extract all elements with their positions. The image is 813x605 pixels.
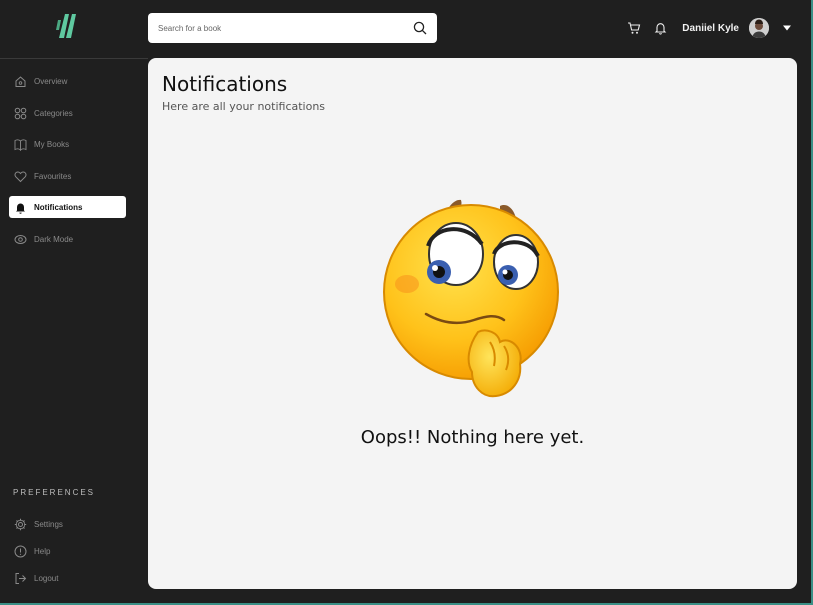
sidebar-item-settings[interactable]: Settings	[9, 513, 126, 535]
sidebar-item-label: Notifications	[34, 202, 83, 212]
grid-icon	[14, 107, 27, 119]
avatar[interactable]	[749, 18, 769, 38]
sidebar-item-categories[interactable]: Categories	[9, 102, 126, 124]
sidebar-item-logout[interactable]: Logout	[9, 567, 126, 589]
gear-icon	[14, 518, 27, 530]
logout-icon	[15, 572, 27, 584]
sidebar-item-label: Overview	[34, 76, 68, 86]
sidebar-item-overview[interactable]: Overview	[9, 70, 126, 92]
search-icon[interactable]	[413, 21, 427, 35]
bell-icon	[16, 203, 25, 214]
book-icon	[14, 138, 27, 151]
sidebar-item-label: Settings	[34, 519, 63, 529]
home-icon	[15, 75, 26, 87]
sidebar-item-dark-mode[interactable]: Dark Mode	[9, 228, 126, 250]
user-name[interactable]: Daniiel Kyle	[682, 23, 739, 34]
sidebar-item-label: Favourites	[34, 171, 72, 181]
sidebar-item-label: Categories	[34, 108, 73, 118]
sidebar-item-help[interactable]: Help	[9, 540, 126, 562]
sidebar-item-label: My Books	[34, 139, 70, 149]
sidebar-item-label: Dark Mode	[34, 234, 74, 244]
sidebar-item-label: Logout	[34, 573, 59, 583]
preferences-heading: PREFERENCES	[13, 488, 96, 497]
search-bar[interactable]	[148, 13, 437, 43]
page-subtitle: Here are all your notifications	[162, 100, 326, 113]
sidebar-item-notifications[interactable]: Notifications	[9, 196, 126, 218]
app-logo[interactable]	[54, 12, 82, 38]
bell-icon[interactable]	[652, 20, 668, 36]
heart-icon	[14, 170, 27, 182]
thinking-emoji-illustration	[383, 199, 559, 398]
user-area: Daniiel Kyle	[626, 16, 795, 40]
chevron-down-icon[interactable]	[779, 20, 795, 36]
cart-icon[interactable]	[626, 20, 642, 36]
search-input[interactable]	[158, 23, 413, 33]
main-panel: Notifications Here are all your notifica…	[148, 58, 797, 589]
empty-state-message: Oops!! Nothing here yet.	[360, 427, 585, 448]
sidebar: Overview Categories My Books Favourites …	[0, 59, 148, 605]
sidebar-item-my-books[interactable]: My Books	[9, 133, 126, 155]
sidebar-item-label: Help	[34, 546, 51, 556]
sidebar-item-favourites[interactable]: Favourites	[9, 165, 126, 187]
info-icon	[14, 545, 27, 557]
page-title: Notifications	[162, 72, 288, 96]
eye-icon	[14, 234, 27, 244]
